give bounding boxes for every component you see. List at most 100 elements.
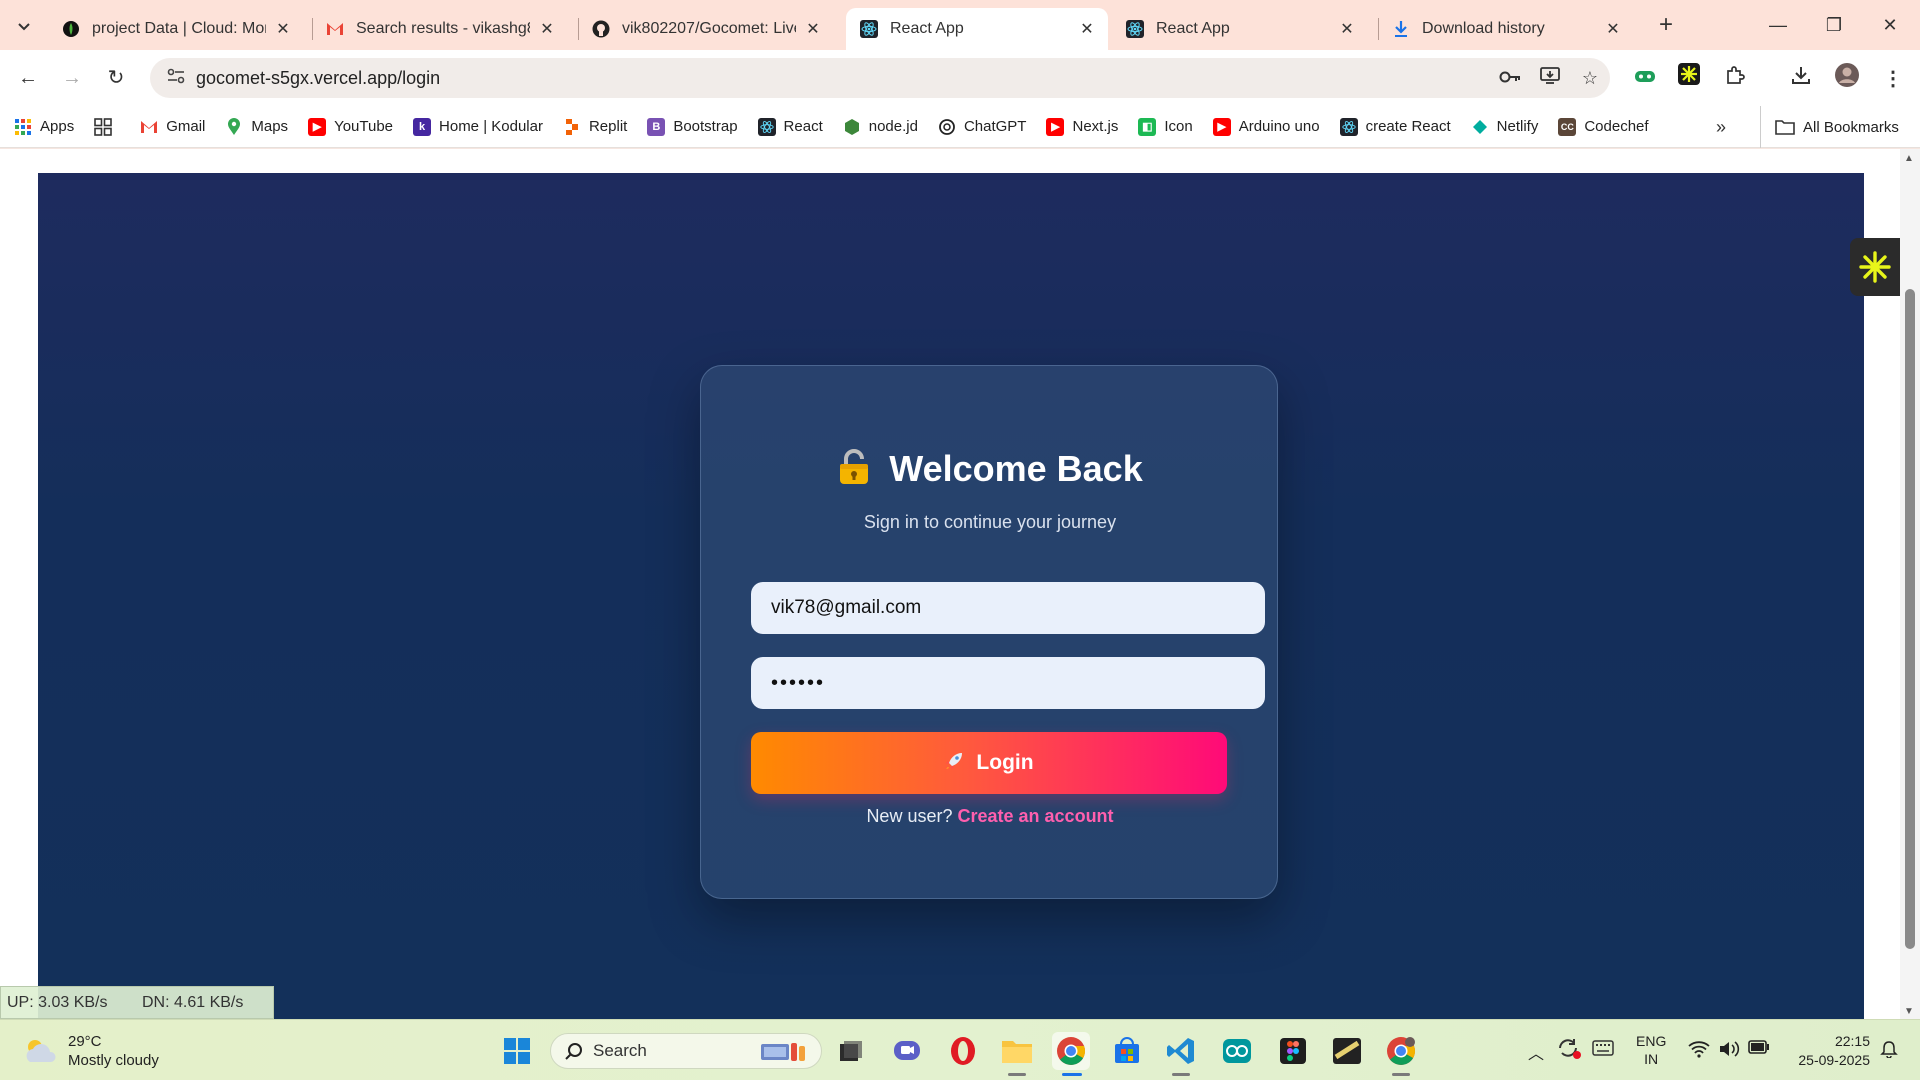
- scroll-thumb[interactable]: [1905, 289, 1915, 949]
- back-arrow-icon[interactable]: ←: [10, 60, 46, 96]
- signup-prefix: New user?: [866, 806, 953, 826]
- task-view-icon[interactable]: [832, 1032, 870, 1070]
- page-scrollbar[interactable]: ▲ ▼: [1900, 149, 1920, 1019]
- react-icon: [1339, 117, 1358, 136]
- bookmark-icon-site[interactable]: ◧ Icon: [1138, 117, 1193, 136]
- tab-strip: project Data | Cloud: Mong ✕ Search resu…: [0, 0, 1920, 50]
- close-icon[interactable]: ✕: [1338, 19, 1356, 39]
- teams-chat-icon[interactable]: [888, 1032, 926, 1070]
- clock-date: 25-09-2025: [1798, 1052, 1870, 1068]
- close-icon[interactable]: ✕: [274, 19, 292, 39]
- bookmark-maps[interactable]: Maps: [225, 117, 288, 136]
- window-close-icon[interactable]: ✕: [1862, 8, 1918, 42]
- taskbar-search-box[interactable]: Search: [550, 1033, 822, 1069]
- tab-mongodb[interactable]: project Data | Cloud: Mong ✕: [48, 8, 304, 50]
- bookmark-kodular[interactable]: k Home | Kodular: [413, 117, 543, 136]
- password-key-icon[interactable]: [1490, 68, 1530, 89]
- profile-avatar[interactable]: [1830, 62, 1864, 96]
- bookmark-label: React: [783, 118, 823, 135]
- bookmark-netlify[interactable]: Netlify: [1471, 118, 1538, 136]
- language-indicator[interactable]: ENG IN: [1636, 1032, 1666, 1068]
- tab-gmail[interactable]: Search results - vikashg802 ✕: [312, 8, 568, 50]
- vscode-icon[interactable]: [1162, 1032, 1200, 1070]
- battery-icon[interactable]: [1748, 1040, 1770, 1059]
- site-info-icon[interactable]: [156, 68, 196, 89]
- bookmark-bootstrap[interactable]: B Bootstrap: [647, 117, 738, 136]
- bookmark-react[interactable]: React: [757, 117, 823, 136]
- bookmark-arduino[interactable]: ▶ Arduino uno: [1212, 117, 1320, 136]
- password-field[interactable]: ••••••: [751, 657, 1265, 709]
- figma-icon[interactable]: [1274, 1032, 1312, 1070]
- restore-icon[interactable]: ❐: [1806, 8, 1862, 42]
- keyboard-icon[interactable]: [1592, 1040, 1614, 1061]
- all-bookmarks-button[interactable]: All Bookmarks: [1760, 106, 1899, 148]
- scroll-up-arrow-icon[interactable]: ▲: [1904, 153, 1914, 164]
- bookmark-label: Icon: [1164, 118, 1193, 135]
- forward-arrow-icon[interactable]: →: [54, 60, 90, 96]
- bookmark-nextjs[interactable]: ▶ Next.js: [1046, 117, 1118, 136]
- bookmark-codechef[interactable]: CC Codechef: [1558, 117, 1649, 136]
- react-icon: [1126, 20, 1144, 38]
- tab-github[interactable]: vik802207/Gocomet: Live P ✕: [578, 8, 834, 50]
- arduino-ide-icon[interactable]: [1218, 1032, 1256, 1070]
- extension-sparkle-icon[interactable]: [1672, 62, 1706, 96]
- gmail-icon: [140, 118, 158, 136]
- address-bar[interactable]: gocomet-s5gx.vercel.app/login ☆: [150, 58, 1610, 98]
- tab-react-app[interactable]: React App ✕: [1112, 8, 1368, 50]
- bookmark-chatgpt[interactable]: ChatGPT: [938, 118, 1026, 136]
- windows-start-icon[interactable]: [498, 1032, 536, 1070]
- downloads-icon[interactable]: [1784, 62, 1818, 96]
- tab-download-history[interactable]: Download history ✕: [1378, 8, 1634, 50]
- email-field[interactable]: vik78@gmail.com: [751, 582, 1265, 634]
- lock-icon: [837, 448, 871, 490]
- chatgpt-icon: [938, 118, 956, 136]
- running-indicator: [1008, 1073, 1026, 1076]
- bookmark-apps[interactable]: Apps: [14, 118, 74, 136]
- volume-icon[interactable]: [1718, 1040, 1740, 1063]
- tab-groups-icon: [94, 117, 113, 136]
- bookmark-create-react[interactable]: create React: [1339, 117, 1451, 136]
- wifi-icon[interactable]: [1688, 1040, 1710, 1063]
- bookmark-youtube[interactable]: ▶ YouTube: [308, 117, 394, 136]
- bookmark-replit[interactable]: Replit: [563, 118, 627, 136]
- opera-browser-icon[interactable]: [944, 1032, 982, 1070]
- close-icon[interactable]: ✕: [538, 19, 556, 39]
- tray-overflow-chevron-icon[interactable]: ︿: [1528, 1040, 1544, 1064]
- kodular-icon: k: [413, 117, 432, 136]
- file-explorer-icon[interactable]: [998, 1032, 1036, 1070]
- extensions-puzzle-icon[interactable]: [1718, 62, 1752, 96]
- sync-notification-icon[interactable]: [1556, 1036, 1582, 1065]
- new-tab-plus-icon[interactable]: +: [1652, 12, 1680, 40]
- close-icon[interactable]: ✕: [1604, 19, 1622, 39]
- youtube-icon: ▶: [1046, 117, 1065, 136]
- bookmark-nodejs[interactable]: node.jd: [843, 118, 918, 136]
- extension-games-icon[interactable]: [1628, 62, 1662, 96]
- address-url[interactable]: gocomet-s5gx.vercel.app/login: [196, 68, 1490, 89]
- tab-react-app-active[interactable]: React App ✕: [846, 8, 1108, 50]
- login-button[interactable]: Login: [751, 732, 1227, 794]
- reload-icon[interactable]: ↻: [98, 60, 134, 96]
- tab-search-chevron-icon[interactable]: [10, 12, 38, 40]
- bookmark-label: YouTube: [334, 118, 394, 135]
- install-app-icon[interactable]: [1530, 66, 1570, 90]
- menu-kebab-icon[interactable]: ⋮: [1876, 62, 1910, 96]
- notifications-bell-icon[interactable]: [1880, 1040, 1898, 1063]
- bookmark-gmail[interactable]: Gmail: [140, 118, 205, 136]
- chrome-browser-icon[interactable]: [1052, 1032, 1090, 1070]
- youtube-icon: ▶: [1212, 117, 1231, 136]
- close-icon[interactable]: ✕: [1078, 19, 1096, 39]
- minimize-icon[interactable]: —: [1750, 8, 1806, 42]
- terminal-app-icon[interactable]: >_: [1328, 1032, 1366, 1070]
- create-account-link[interactable]: Create an account: [958, 806, 1114, 826]
- bookmark-star-icon[interactable]: ☆: [1570, 68, 1610, 89]
- chrome-profile-icon[interactable]: [1382, 1032, 1420, 1070]
- weather-widget[interactable]: 29°C Mostly cloudy: [22, 1032, 159, 1070]
- scroll-down-arrow-icon[interactable]: ▼: [1904, 1006, 1914, 1017]
- bookmark-tab-groups[interactable]: [94, 117, 120, 136]
- system-clock[interactable]: 22:15 25-09-2025: [1786, 1032, 1870, 1070]
- floating-extension-sparkle-icon[interactable]: [1850, 238, 1900, 296]
- close-icon[interactable]: ✕: [804, 19, 822, 39]
- bookmarks-overflow-chevron-icon[interactable]: »: [1716, 106, 1726, 148]
- microsoft-store-icon[interactable]: [1108, 1032, 1146, 1070]
- language-code: ENG: [1636, 1033, 1667, 1049]
